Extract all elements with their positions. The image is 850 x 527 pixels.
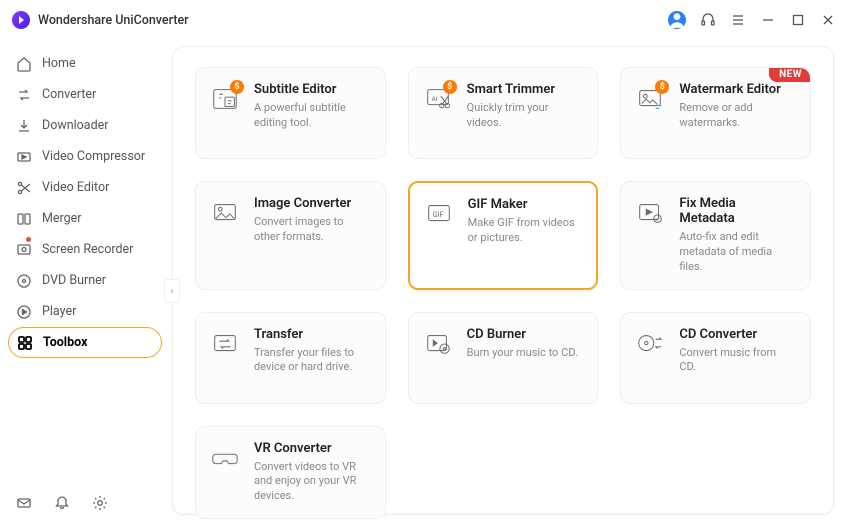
sidebar-item-merger[interactable]: Merger [8,203,162,234]
notification-dot-icon [26,237,31,242]
toolbox-icon [17,335,33,351]
merger-icon [16,211,32,227]
tool-desc: A powerful subtitle editing tool. [254,101,369,131]
sidebar-item-home[interactable]: Home [8,48,162,79]
recorder-icon [16,242,32,258]
tool-card-transfer[interactable]: Transfer Transfer your files to device o… [195,312,386,404]
new-badge: NEW [769,68,810,82]
tool-desc: Convert music from CD. [679,346,794,376]
sidebar: Home Converter Downloader Video Compress… [0,40,170,527]
subtitle-icon: $ [210,84,240,114]
download-icon [16,118,32,134]
close-window-icon[interactable] [820,12,836,28]
tool-card-gif-maker[interactable]: GIF GIF Maker Make GIF from videos or pi… [408,181,599,290]
tool-card-subtitle-editor[interactable]: $ Subtitle Editor A powerful subtitle ed… [195,67,386,159]
sidebar-item-toolbox[interactable]: Toolbox [8,327,162,358]
sidebar-item-downloader[interactable]: Downloader [8,110,162,141]
sidebar-item-editor[interactable]: Video Editor [8,172,162,203]
paid-badge-icon: $ [655,80,669,94]
sidebar-item-dvdburner[interactable]: DVD Burner [8,265,162,296]
sidebar-item-recorder[interactable]: Screen Recorder [8,234,162,265]
tool-title: VR Converter [254,441,369,456]
bell-icon[interactable] [54,495,70,511]
play-icon [16,304,32,320]
scissors-icon [16,180,32,196]
tool-card-smart-trimmer[interactable]: $ AI Smart Trimmer Quickly trim your vid… [408,67,599,159]
tool-desc: Make GIF from videos or pictures. [468,216,581,246]
support-headset-icon[interactable] [700,12,716,28]
tool-desc: Burn your music to CD. [467,346,578,361]
app-title: Wondershare UniConverter [38,13,189,28]
converter-icon [16,87,32,103]
tool-desc: Convert images to other formats. [254,215,369,245]
tool-desc: Quickly trim your videos. [467,101,582,131]
paid-badge-icon: $ [443,80,457,94]
sidebar-label: Player [42,304,76,319]
sidebar-label: DVD Burner [42,273,106,288]
tool-desc: Remove or add watermarks. [679,101,794,131]
trimmer-icon: $ AI [423,84,453,114]
sidebar-item-player[interactable]: Player [8,296,162,327]
tool-desc: Transfer your files to device or hard dr… [254,346,369,376]
gear-icon[interactable] [92,495,108,511]
tool-card-cd-burner[interactable]: CD Burner Burn your music to CD. [408,312,599,404]
sidebar-label: Merger [42,211,82,226]
transfer-icon [210,329,240,359]
metadata-icon [635,198,665,228]
sidebar-label: Video Compressor [42,149,145,164]
tool-title: Fix Media Metadata [679,196,794,226]
compressor-icon [16,149,32,165]
sidebar-item-compressor[interactable]: Video Compressor [8,141,162,172]
svg-text:AI: AI [431,95,437,103]
home-icon [16,56,32,72]
tool-card-image-converter[interactable]: Image Converter Convert images to other … [195,181,386,290]
tool-title: Subtitle Editor [254,82,369,97]
tool-card-cd-converter[interactable]: CD Converter Convert music from CD. [620,312,811,404]
maximize-window-icon[interactable] [790,12,806,28]
tool-title: Smart Trimmer [467,82,582,97]
tool-card-watermark-editor[interactable]: NEW $ Watermark Editor Remove or add wat… [620,67,811,159]
app-logo-icon [12,11,30,29]
sidebar-label: Toolbox [43,335,87,350]
gif-icon: GIF [424,199,454,229]
image-icon [210,198,240,228]
tool-title: CD Converter [679,327,794,342]
svg-text:GIF: GIF [432,210,443,219]
watermark-icon: $ [635,84,665,114]
user-avatar-icon[interactable] [668,11,686,29]
sidebar-label: Converter [42,87,96,102]
sidebar-item-converter[interactable]: Converter [8,79,162,110]
sidebar-label: Home [42,56,76,71]
tool-desc: Auto-fix and edit metadata of media file… [679,230,794,275]
tool-title: Transfer [254,327,369,342]
minimize-window-icon[interactable] [760,12,776,28]
tool-card-fix-metadata[interactable]: Fix Media Metadata Auto-fix and edit met… [620,181,811,290]
disc-icon [16,273,32,289]
tool-card-vr-converter[interactable]: VR Converter Convert videos to VR and en… [195,426,386,520]
tool-title: Watermark Editor [679,82,794,97]
sidebar-label: Screen Recorder [42,242,133,257]
paid-badge-icon: $ [230,80,244,94]
tool-grid: $ Subtitle Editor A powerful subtitle ed… [195,67,811,519]
hamburger-menu-icon[interactable] [730,12,746,28]
sidebar-label: Video Editor [42,180,109,195]
tool-title: GIF Maker [468,197,581,212]
cd-burner-icon [423,329,453,359]
sidebar-label: Downloader [42,118,109,133]
toolbox-panel: ‹ $ Subtitle Editor A powerful subtitle … [172,46,834,515]
titlebar: Wondershare UniConverter [0,0,850,40]
tool-title: CD Burner [467,327,578,342]
mail-icon[interactable] [16,495,32,511]
vr-icon [210,443,240,473]
cd-converter-icon [635,329,665,359]
collapse-sidebar-handle[interactable]: ‹ [164,279,180,303]
tool-desc: Convert videos to VR and enjoy on your V… [254,460,369,505]
tool-title: Image Converter [254,196,369,211]
